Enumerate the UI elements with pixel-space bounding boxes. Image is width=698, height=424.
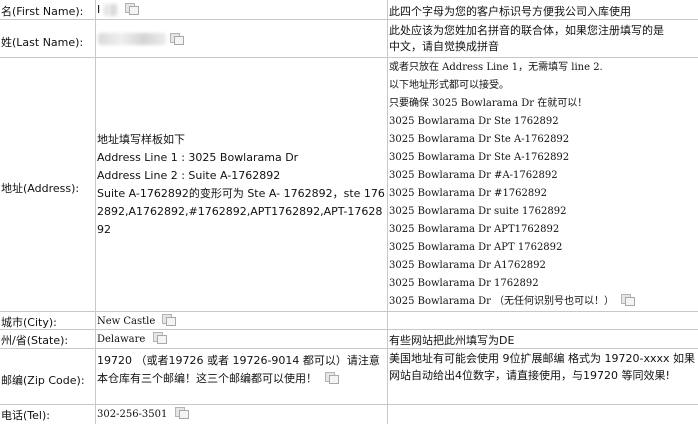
address-line1[interactable]: Address Line 1 : 3025 Bowlarama Dr — [97, 149, 385, 167]
zip-note: 美国地址有可能会使用 9位扩展邮编 格式为 19720-xxxx 如果网站自动给… — [389, 352, 695, 382]
address-example: 3025 Bowlarama Dr Ste 1762892 — [389, 116, 559, 127]
row-zip-code: 邮编(Zip Code): 19720 （或者19726 或者 19726-90… — [0, 349, 698, 405]
address-example: 3025 Bowlarama Dr Ste A-1762892 — [389, 134, 570, 145]
state-note: 有些网站把此州填写为DE — [389, 334, 515, 347]
last-name-note-line2: 中文，请自觉换成拼音 — [389, 40, 499, 53]
copy-icon[interactable] — [174, 407, 189, 419]
state-value[interactable]: Delaware — [97, 334, 145, 345]
address-example: 3025 Bowlarama Dr Ste A-1762892 — [389, 152, 570, 163]
first-name-label: 名(First Name): — [1, 5, 84, 18]
last-name-label: 姓(Last Name): — [1, 35, 84, 49]
address-line2[interactable]: Address Line 2 : Suite A-1762892 — [97, 167, 385, 185]
row-last-name: 姓(Last Name): 此处应该为您姓加名拼音的联合体，如果您注册填写的是 … — [0, 20, 698, 58]
address-example: 3025 Bowlarama Dr APT1762892 — [389, 224, 560, 235]
copy-icon[interactable] — [170, 33, 184, 45]
row-state: 州/省(State): Delaware 有些网站把此州填写为DE — [0, 330, 698, 349]
copy-icon[interactable] — [324, 372, 339, 384]
address-label: 地址(Address): — [1, 181, 80, 195]
last-name-note-line1: 此处应该为您姓加名拼音的联合体，如果您注册填写的是 — [389, 24, 664, 37]
tel-value[interactable]: 302-256-3501 — [97, 409, 167, 420]
address-example: 3025 Bowlarama Dr 1762892 — [389, 278, 539, 289]
address-note-line: 或者只放在 Address Line 1，无需填写 line 2. — [389, 62, 603, 73]
address-variants: Suite A-1762892的变形可为 Ste A- 1762892，ste … — [97, 186, 385, 236]
address-example: 3025 Bowlarama Dr suite 1762892 — [389, 206, 567, 217]
row-first-name: 名(First Name): I 此四个字母为您的客户标识号方便我公司入库使用 — [0, 0, 698, 20]
row-city: 城市(City): New Castle — [0, 312, 698, 330]
zip-label: 邮编(Zip Code): — [1, 373, 85, 387]
address-example: 3025 Bowlarama Dr APT 1762892 — [389, 242, 563, 253]
row-address: 地址(Address): 地址填写样板如下 Address Line 1 : 3… — [0, 58, 698, 312]
redacted-text — [98, 32, 166, 45]
row-tel: 电话(Tel): 302-256-3501 — [0, 405, 698, 424]
address-info-table: 名(First Name): I 此四个字母为您的客户标识号方便我公司入库使用 … — [0, 0, 698, 424]
address-note-line: 只要确保 3025 Bowlarama Dr 在就可以！ — [389, 98, 588, 109]
state-label: 州/省(State): — [1, 334, 69, 347]
tel-label: 电话(Tel): — [1, 409, 50, 422]
address-example: 3025 Bowlarama Dr （无任何识别号也可以！） — [389, 296, 615, 307]
copy-icon[interactable] — [162, 314, 177, 326]
address-example: 3025 Bowlarama Dr A1762892 — [389, 260, 546, 271]
copy-icon[interactable] — [125, 3, 140, 15]
copy-icon[interactable] — [152, 332, 167, 344]
redacted-text — [103, 4, 118, 16]
address-template-title: 地址填写样板如下 — [97, 132, 185, 146]
copy-icon[interactable] — [621, 294, 636, 306]
first-name-note: 此四个字母为您的客户标识号方便我公司入库使用 — [389, 5, 631, 18]
first-name-value[interactable]: I — [97, 3, 100, 16]
address-note-line: 以下地址形式都可以接受。 — [389, 80, 509, 91]
address-example: 3025 Bowlarama Dr #A-1762892 — [389, 170, 558, 181]
address-example: 3025 Bowlarama Dr #1762892 — [389, 188, 547, 199]
city-value[interactable]: New Castle — [97, 316, 155, 327]
city-label: 城市(City): — [1, 316, 57, 329]
